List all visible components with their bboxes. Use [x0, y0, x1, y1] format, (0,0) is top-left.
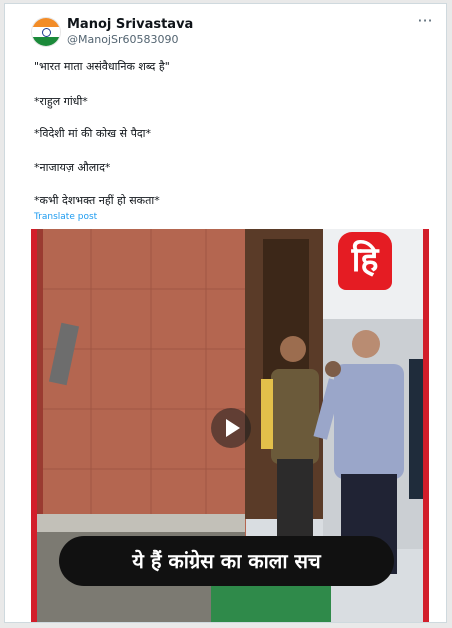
- more-options-icon[interactable]: ···: [415, 13, 435, 32]
- play-icon[interactable]: [211, 408, 251, 448]
- post-text-line-4: *नाजायज़ औलाद*: [34, 161, 111, 174]
- post-text-line-3: *विदेशी मां की कोख से पैदा*: [34, 127, 152, 140]
- post-text-line-2: *राहुल गांधी*: [34, 95, 88, 108]
- ashoka-chakra-icon: [42, 28, 51, 37]
- author-name[interactable]: Manoj Srivastava: [67, 17, 193, 32]
- post-card[interactable]: Manoj Srivastava @ManojSr60583090 ··· "भ…: [4, 3, 447, 623]
- video-caption: ये हैं कांग्रेस का काला सच: [59, 536, 394, 586]
- post-text-line-1: "भारत माता असंवैधानिक शब्द है": [34, 60, 170, 73]
- post-text-line-5: *कभी देशभक्त नहीं हो सकता*: [34, 194, 160, 207]
- flag-green-band: [32, 36, 60, 46]
- channel-logo: हि: [338, 232, 392, 290]
- author-handle[interactable]: @ManojSr60583090: [67, 33, 178, 46]
- flag-saffron-band: [32, 18, 60, 28]
- translate-post-link[interactable]: Translate post: [34, 212, 97, 222]
- author-avatar[interactable]: [32, 18, 60, 46]
